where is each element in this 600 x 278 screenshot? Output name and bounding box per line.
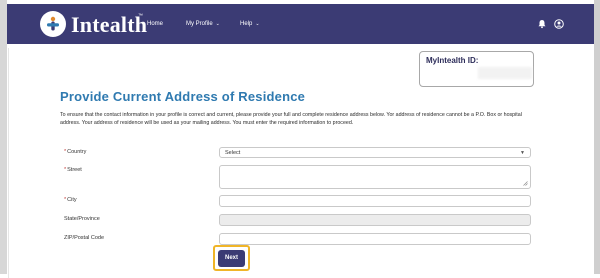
required-mark: * [64,167,67,173]
nav-help[interactable]: Help ⌄ [240,21,260,27]
app-window: Intealth ™ Home My Profile ⌄ Help ⌄ MyInte… [0,0,600,278]
nav-help-label: Help [240,21,253,27]
left-window-edge [0,0,7,274]
logo-cross-icon [47,16,59,31]
required-mark: * [64,149,67,155]
right-scrollbar[interactable] [594,0,600,274]
country-label: *Country [64,149,86,155]
top-navigation-bar: Intealth ™ Home My Profile ⌄ Help ⌄ [7,4,594,44]
resize-handle-icon[interactable] [523,181,528,186]
state-province-label: State/Province [64,216,100,222]
street-label-text: Street [67,167,82,173]
nav-my-profile[interactable]: My Profile ⌄ [186,21,220,27]
page-title: Provide Current Address of Residence [60,89,306,104]
city-label: *City [64,197,77,203]
trademark-mark: ™ [138,13,143,19]
logo-text[interactable]: Intealth [71,12,147,38]
myintealth-id-redacted [478,67,532,79]
city-input[interactable] [219,195,531,207]
chevron-down-icon: ▼ [520,150,525,156]
street-label: *Street [64,167,82,173]
bell-icon[interactable] [537,19,547,29]
next-button[interactable]: Next [218,250,245,267]
zip-postal-code-input[interactable] [219,233,531,245]
zip-postal-code-label: ZIP/Postal Code [64,235,104,241]
state-province-label-text: State/Province [64,216,100,222]
zip-postal-code-label-text: ZIP/Postal Code [64,235,105,241]
page-description: To ensure that the contact information i… [60,112,522,126]
country-select-value: Select [225,150,241,156]
street-textarea[interactable] [219,165,531,189]
myintealth-id-label: MyIntealth ID: [426,56,479,65]
country-label-text: Country [67,149,87,155]
chevron-down-icon: ⌄ [255,21,260,27]
country-select[interactable]: Select ▼ [219,147,531,158]
required-mark: * [64,197,67,203]
myintealth-id-box: MyIntealth ID: [419,51,534,87]
nav-my-profile-label: My Profile [186,21,213,27]
city-label-text: City [67,197,77,203]
user-icon[interactable] [554,19,564,29]
chevron-down-icon: ⌄ [215,21,220,27]
nav-home[interactable]: Home [147,21,163,27]
nav-home-label: Home [147,21,164,27]
intealth-logo-icon[interactable] [40,11,66,37]
state-province-input[interactable] [219,214,531,226]
